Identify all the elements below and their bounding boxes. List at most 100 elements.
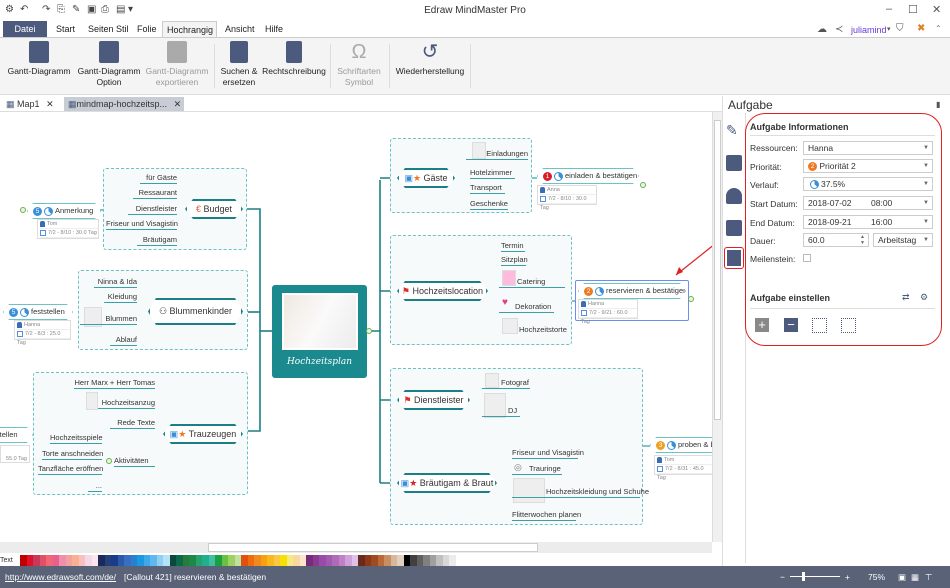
tab-hochrangig[interactable]: Hochrangig [162, 21, 217, 38]
close-tab-icon[interactable]: ✕ [174, 99, 182, 109]
chevron-down-icon[interactable]: ▾ [887, 25, 891, 33]
zoom-out-button[interactable]: − [780, 566, 785, 588]
topic-trauringe[interactable]: Trauringe [512, 463, 562, 475]
gantt-export-button[interactable]: Gantt-Diagramm exportieren [143, 41, 211, 88]
mindmap-canvas[interactable]: für Gäste Ressaurant Dienstleister Frise… [0, 112, 712, 542]
vertical-scrollbar[interactable] [712, 112, 722, 542]
end-date-field[interactable]: 2018-09-21 16:00 ▼ [803, 215, 933, 229]
topic-hochzeitsanzug[interactable]: Hochzeitsanzug [98, 397, 155, 409]
topic-aktivitaeten[interactable]: Aktivitäten [114, 455, 155, 467]
topic-fuer-gaeste[interactable]: für Gäste [140, 172, 177, 184]
topic-dj[interactable]: DJ [482, 405, 520, 417]
zoom-in-button[interactable]: + [845, 566, 850, 588]
topic-hochzeitskleidung[interactable]: Hochzeitskleidung und Schuhe [512, 486, 649, 498]
outline-list-icon[interactable] [726, 155, 742, 171]
spellcheck-button[interactable]: Rechtschreibung [261, 41, 327, 77]
maximize-button[interactable]: ☐ [908, 3, 918, 16]
tab-start[interactable]: Start [52, 21, 79, 38]
topic-fotograf[interactable]: Fotograf [482, 377, 530, 389]
presentation-icon[interactable]: ⊤ [925, 566, 932, 588]
expand-icon[interactable] [688, 296, 694, 302]
task-link-icon[interactable]: ⇄ [902, 292, 910, 303]
callout-einladen[interactable]: 1 einladen & bestätigen [537, 168, 639, 184]
tab-folie[interactable]: Folie [133, 21, 161, 38]
topic-dienstleister[interactable]: ⚑ Dienstleister [397, 390, 470, 410]
topic-rede-texte[interactable]: Rede Texte [110, 417, 155, 429]
topic-blummen[interactable]: Blummen [80, 313, 137, 325]
doc-tab-hochzeitsplan[interactable]: ▦mindmap-hochzeitsp... ✕ [64, 97, 184, 111]
add-subtask-button[interactable] [812, 318, 827, 333]
collapse-icon[interactable] [106, 458, 112, 464]
topic-friseur-visagistin[interactable]: Friseur und Visagistin [512, 447, 584, 459]
ressourcen-select[interactable]: Hanna ▼ [803, 141, 933, 155]
topic-hotelzimmer[interactable]: Hotelzimmer [470, 167, 515, 179]
website-link[interactable]: http://www.edrawsoft.com/de/ [5, 566, 116, 588]
restore-button[interactable]: ↺ Wiederherstellung [393, 41, 467, 77]
fit-page-icon[interactable]: ▣ [898, 566, 906, 588]
remove-task-button[interactable]: − [784, 318, 798, 332]
close-tab-icon[interactable]: ✕ [46, 99, 54, 109]
topic-kleidung[interactable]: Kleidung [104, 291, 137, 303]
style-brush-icon[interactable]: ✎ [726, 122, 742, 138]
callout-partial[interactable]: itellen [0, 427, 33, 443]
topic-flitterwochen[interactable]: Flitterwochen planen [512, 509, 581, 521]
topic-herr-marx[interactable]: Herr Marx + Herr Tomas [74, 377, 155, 389]
topic-braeutigam-braut[interactable]: ▣★ Bräutigam & Braut [397, 473, 497, 493]
meilenstein-checkbox[interactable] [803, 254, 811, 262]
apps-icon[interactable]: ✖ [917, 23, 925, 34]
tab-ansicht[interactable]: Ansicht [221, 21, 259, 38]
scroll-thumb[interactable] [208, 543, 538, 552]
collapse-icon[interactable] [366, 328, 372, 334]
minimize-button[interactable]: – [886, 3, 892, 15]
topic-geschenke[interactable]: Geschenke [470, 198, 508, 210]
remove-subtask-button[interactable] [841, 318, 856, 333]
topic-braeutigam[interactable]: Bräutigam [137, 234, 177, 246]
theme-shirt-icon[interactable]: ⛉ [896, 23, 904, 34]
pin-icon[interactable]: ▮ [936, 100, 940, 109]
fit-width-icon[interactable]: ▦ [911, 566, 919, 588]
font-symbol-button[interactable]: Ω Schriftarten Symbol [334, 41, 384, 88]
dauer-stepper[interactable]: 60.0 ▲ ▼ [803, 233, 869, 247]
user-account[interactable]: juliamind [851, 25, 887, 35]
topic-trauzeugen[interactable]: ▣★ Trauzeugen [163, 424, 243, 444]
topic-transport[interactable]: Transport [470, 182, 505, 194]
topic-blummenkinder[interactable]: ⚇ Blummenkinder [148, 298, 243, 325]
topic-einladungen[interactable]: Einladungen [466, 148, 528, 160]
horizontal-scrollbar[interactable] [0, 542, 712, 553]
color-swatch[interactable] [449, 554, 456, 566]
tab-datei[interactable]: Datei [3, 21, 47, 38]
icon-library-icon[interactable] [726, 188, 742, 204]
topic-more[interactable]: ... [88, 480, 102, 492]
callout-proben[interactable]: 3proben & bu [650, 437, 712, 453]
topic-dekoration[interactable]: Dekoration [499, 301, 554, 313]
topic-ablauf[interactable]: Ablauf [110, 334, 137, 346]
topic-friseur[interactable]: Friseur und Visagistin [106, 218, 178, 230]
scroll-thumb[interactable] [714, 120, 721, 420]
topic-ninna-ida[interactable]: Ninna & Ida [94, 276, 137, 288]
task-tab-button[interactable] [724, 247, 744, 269]
central-topic[interactable]: Hochzeitsplan [272, 285, 367, 378]
gantt-option-button[interactable]: Gantt-Diagramm Option [74, 41, 144, 88]
task-settings-icon[interactable]: ⚙ [920, 292, 928, 303]
verlauf-select[interactable]: 37.5% ▼ [803, 177, 933, 191]
topic-tanzflaeche[interactable]: Tanzfläche eröffnen [38, 463, 103, 475]
topic-torte[interactable]: Torte anschneiden [42, 448, 103, 460]
cloud-icon[interactable]: ☁ [817, 24, 827, 35]
topic-gaeste[interactable]: ▣★ Gäste [397, 168, 455, 188]
doc-tab-map1[interactable]: ▦ Map1 ✕ [2, 97, 60, 111]
expand-icon[interactable] [20, 207, 26, 213]
tab-hilfe[interactable]: Hilfe [261, 21, 287, 38]
clipart-icon[interactable] [726, 220, 742, 236]
topic-hochzeitstorte[interactable]: Hochzeitstorte [499, 324, 569, 336]
close-button[interactable]: ✕ [932, 3, 941, 16]
add-task-button[interactable]: + [755, 318, 769, 332]
start-date-field[interactable]: 2018-07-02 08:00 ▼ [803, 196, 933, 210]
topic-sitzplan[interactable]: Sitzplan [501, 254, 528, 266]
topic-hochzeitsspiele[interactable]: Hochzeitsspiele [50, 432, 103, 444]
topic-termin[interactable]: Termin [501, 240, 525, 252]
topic-budget[interactable]: € Budget [185, 199, 243, 219]
spin-icon[interactable]: ▲ ▼ [860, 234, 865, 246]
expand-icon[interactable] [640, 182, 646, 188]
callout-reservieren[interactable]: 2 reservieren & bestätigen [578, 283, 686, 299]
zoom-slider-handle[interactable] [802, 572, 805, 581]
